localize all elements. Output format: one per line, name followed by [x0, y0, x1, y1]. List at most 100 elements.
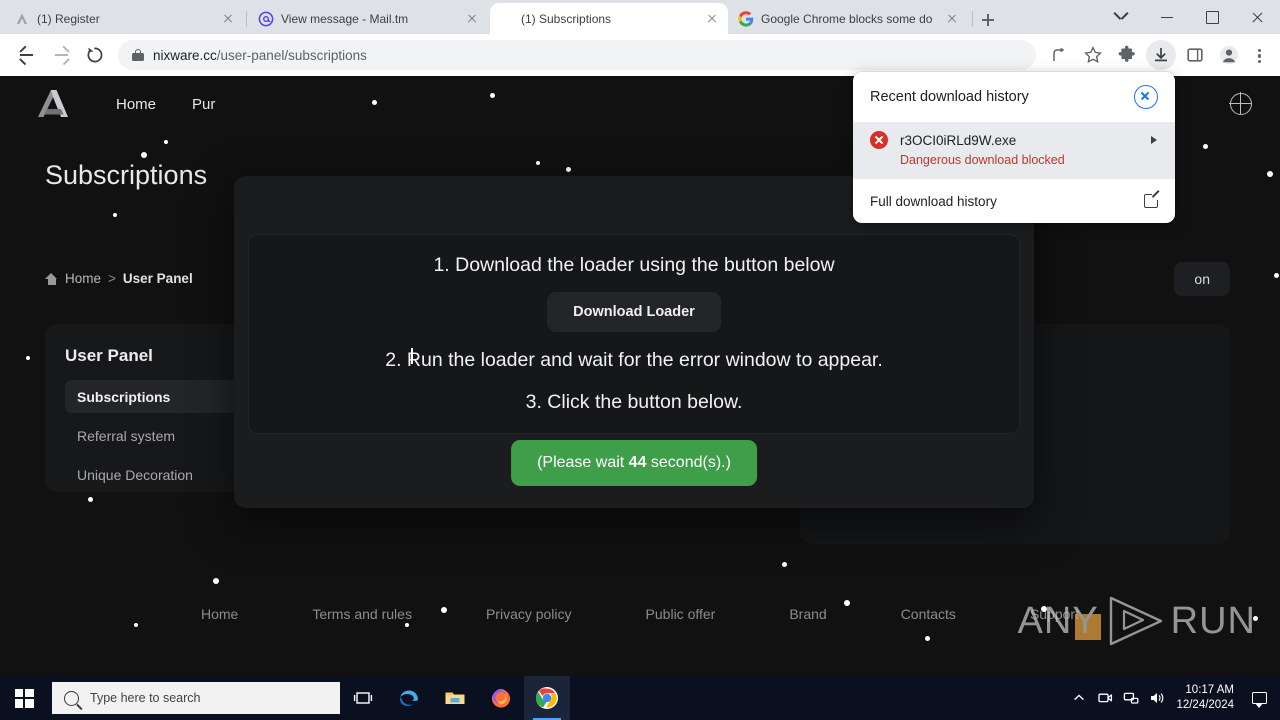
close-icon[interactable] [464, 11, 480, 27]
error-icon [870, 131, 888, 149]
footer-link-home[interactable]: Home [164, 606, 275, 622]
file-explorer-icon[interactable] [432, 676, 478, 720]
bookmark-star-icon[interactable] [1078, 40, 1108, 70]
minimize-button[interactable] [1145, 0, 1190, 34]
download-item-top: r3OCI0iRLd9W.exe [870, 131, 1158, 149]
edge-icon[interactable] [386, 676, 432, 720]
chevron-up-icon[interactable] [1066, 676, 1092, 720]
tab-label: (1) Subscriptions [521, 11, 612, 26]
webcam-icon[interactable] [1092, 676, 1118, 720]
taskbar-clock[interactable]: 10:17 AM 12/24/2024 [1170, 683, 1244, 713]
footer-link-public-offer[interactable]: Public offer [609, 606, 753, 622]
maximize-button[interactable] [1190, 0, 1235, 34]
task-view-icon[interactable] [340, 676, 386, 720]
chrome-icon[interactable] [524, 676, 570, 720]
modal-step-2: 2. Run the loader and wait for the error… [385, 349, 883, 372]
wait-prefix: (Please wait [537, 454, 629, 471]
google-icon [738, 10, 754, 27]
window-close-button[interactable] [1235, 0, 1280, 34]
tab-favicon-blank [498, 11, 514, 27]
download-popup-header: Recent download history [853, 72, 1175, 122]
breadcrumb-item-home[interactable]: Home [65, 271, 101, 286]
share-icon[interactable] [1044, 40, 1074, 70]
notification-center-icon[interactable] [1244, 676, 1274, 720]
volume-icon[interactable] [1144, 676, 1170, 720]
firefox-icon[interactable] [478, 676, 524, 720]
url-host: nixware.cc [153, 47, 217, 63]
clock-date: 12/24/2024 [1176, 699, 1234, 711]
lock-icon [132, 48, 144, 62]
tab-label: (1) Register [37, 11, 100, 26]
reload-icon[interactable] [80, 40, 110, 70]
download-item-row[interactable]: r3OCI0iRLd9W.exe Dangerous download bloc… [853, 122, 1175, 179]
download-status-text: Dangerous download blocked [900, 153, 1065, 167]
sidebar-item-label: Subscriptions [77, 388, 171, 405]
nixware-logo-icon[interactable] [30, 87, 74, 121]
download-filename: r3OCI0iRLd9W.exe [900, 132, 1017, 148]
text-cursor [411, 348, 413, 364]
search-placeholder: Type here to search [90, 691, 201, 705]
extensions-puzzle-icon[interactable] [1112, 40, 1142, 70]
browser-toolbar: nixware.cc/user-panel/subscriptions [0, 34, 1280, 76]
tab-label: Google Chrome blocks some do [761, 11, 933, 26]
modal-steps-box: 1. Download the loader using the button … [248, 234, 1020, 434]
full-download-history-row[interactable]: Full download history [853, 179, 1175, 223]
url-path: /user-panel/subscriptions [216, 47, 367, 63]
profile-avatar-icon[interactable] [1214, 40, 1244, 70]
download-icon[interactable] [1146, 40, 1176, 70]
anyrun-text-left: ANY [1017, 599, 1099, 642]
modal-step-3: 3. Click the button below. [525, 390, 743, 413]
tab-chrome-blocks[interactable]: Google Chrome blocks some do [730, 3, 968, 34]
side-panel-icon[interactable] [1180, 40, 1210, 70]
tab-register[interactable]: (1) Register [6, 3, 244, 34]
wait-countdown-button[interactable]: (Please wait 44 second(s).) [511, 440, 757, 486]
nixware-logo-icon [14, 11, 30, 27]
back-button[interactable] [11, 40, 41, 70]
windows-logo [14, 688, 34, 708]
wait-seconds: 44 [628, 454, 647, 471]
new-tab-button[interactable] [975, 7, 1001, 33]
chevron-down-icon[interactable] [1100, 0, 1145, 34]
forward-button[interactable] [47, 40, 77, 70]
clock-time: 10:17 AM [1185, 683, 1234, 696]
home-icon [45, 272, 58, 285]
footer-link-terms[interactable]: Terms and rules [275, 606, 449, 622]
network-icon[interactable] [1118, 676, 1144, 720]
modal-step-1: 1. Download the loader using the button … [433, 253, 835, 276]
footer-link-contacts[interactable]: Contacts [864, 606, 993, 622]
address-bar[interactable]: nixware.cc/user-panel/subscriptions [118, 40, 1036, 70]
full-download-history-label: Full download history [870, 193, 997, 209]
external-link-icon [1144, 191, 1161, 208]
play-triangle-icon [1104, 594, 1166, 648]
language-globe-icon[interactable] [1229, 92, 1252, 115]
tab-separator [246, 11, 247, 27]
chrome-menu-icon[interactable] [1246, 40, 1272, 70]
tab-subscriptions[interactable]: (1) Subscriptions [490, 3, 728, 34]
search-input[interactable]: Type here to search [52, 682, 340, 714]
window-controls [1100, 0, 1280, 34]
download-loader-button[interactable]: Download Loader [547, 292, 721, 333]
tab-mail[interactable]: View message - Mail.tm [250, 3, 488, 34]
sidebar-item-label: Unique Decoration [77, 466, 193, 483]
windows-start-icon[interactable] [0, 676, 48, 720]
close-icon[interactable] [704, 11, 720, 27]
breadcrumb-separator: > [108, 271, 116, 286]
anyrun-text-right: RUN [1170, 599, 1256, 642]
chevron-right-icon[interactable] [1150, 135, 1158, 145]
close-icon[interactable] [944, 11, 960, 27]
nav-link-purchase[interactable]: Pur [174, 96, 233, 113]
footer-link-brand[interactable]: Brand [752, 606, 863, 622]
wait-suffix: second(s).) [646, 454, 731, 471]
buy-subscription-button[interactable]: on [1174, 262, 1230, 296]
windows-taskbar: Type here to search 10:17 AM 12/24/2024 [0, 676, 1280, 720]
close-icon[interactable] [220, 11, 236, 27]
nav-link-home[interactable]: Home [98, 96, 174, 113]
footer-link-privacy[interactable]: Privacy policy [449, 606, 609, 622]
loader-instructions-modal: 1. Download the loader using the button … [234, 176, 1034, 508]
system-tray: 10:17 AM 12/24/2024 [1066, 676, 1280, 720]
url-text: nixware.cc/user-panel/subscriptions [153, 48, 367, 63]
anyrun-watermark: ANY RUN [1018, 594, 1256, 648]
download-popup-title: Recent download history [870, 89, 1029, 105]
close-icon[interactable] [1134, 85, 1158, 109]
search-icon [64, 690, 79, 706]
